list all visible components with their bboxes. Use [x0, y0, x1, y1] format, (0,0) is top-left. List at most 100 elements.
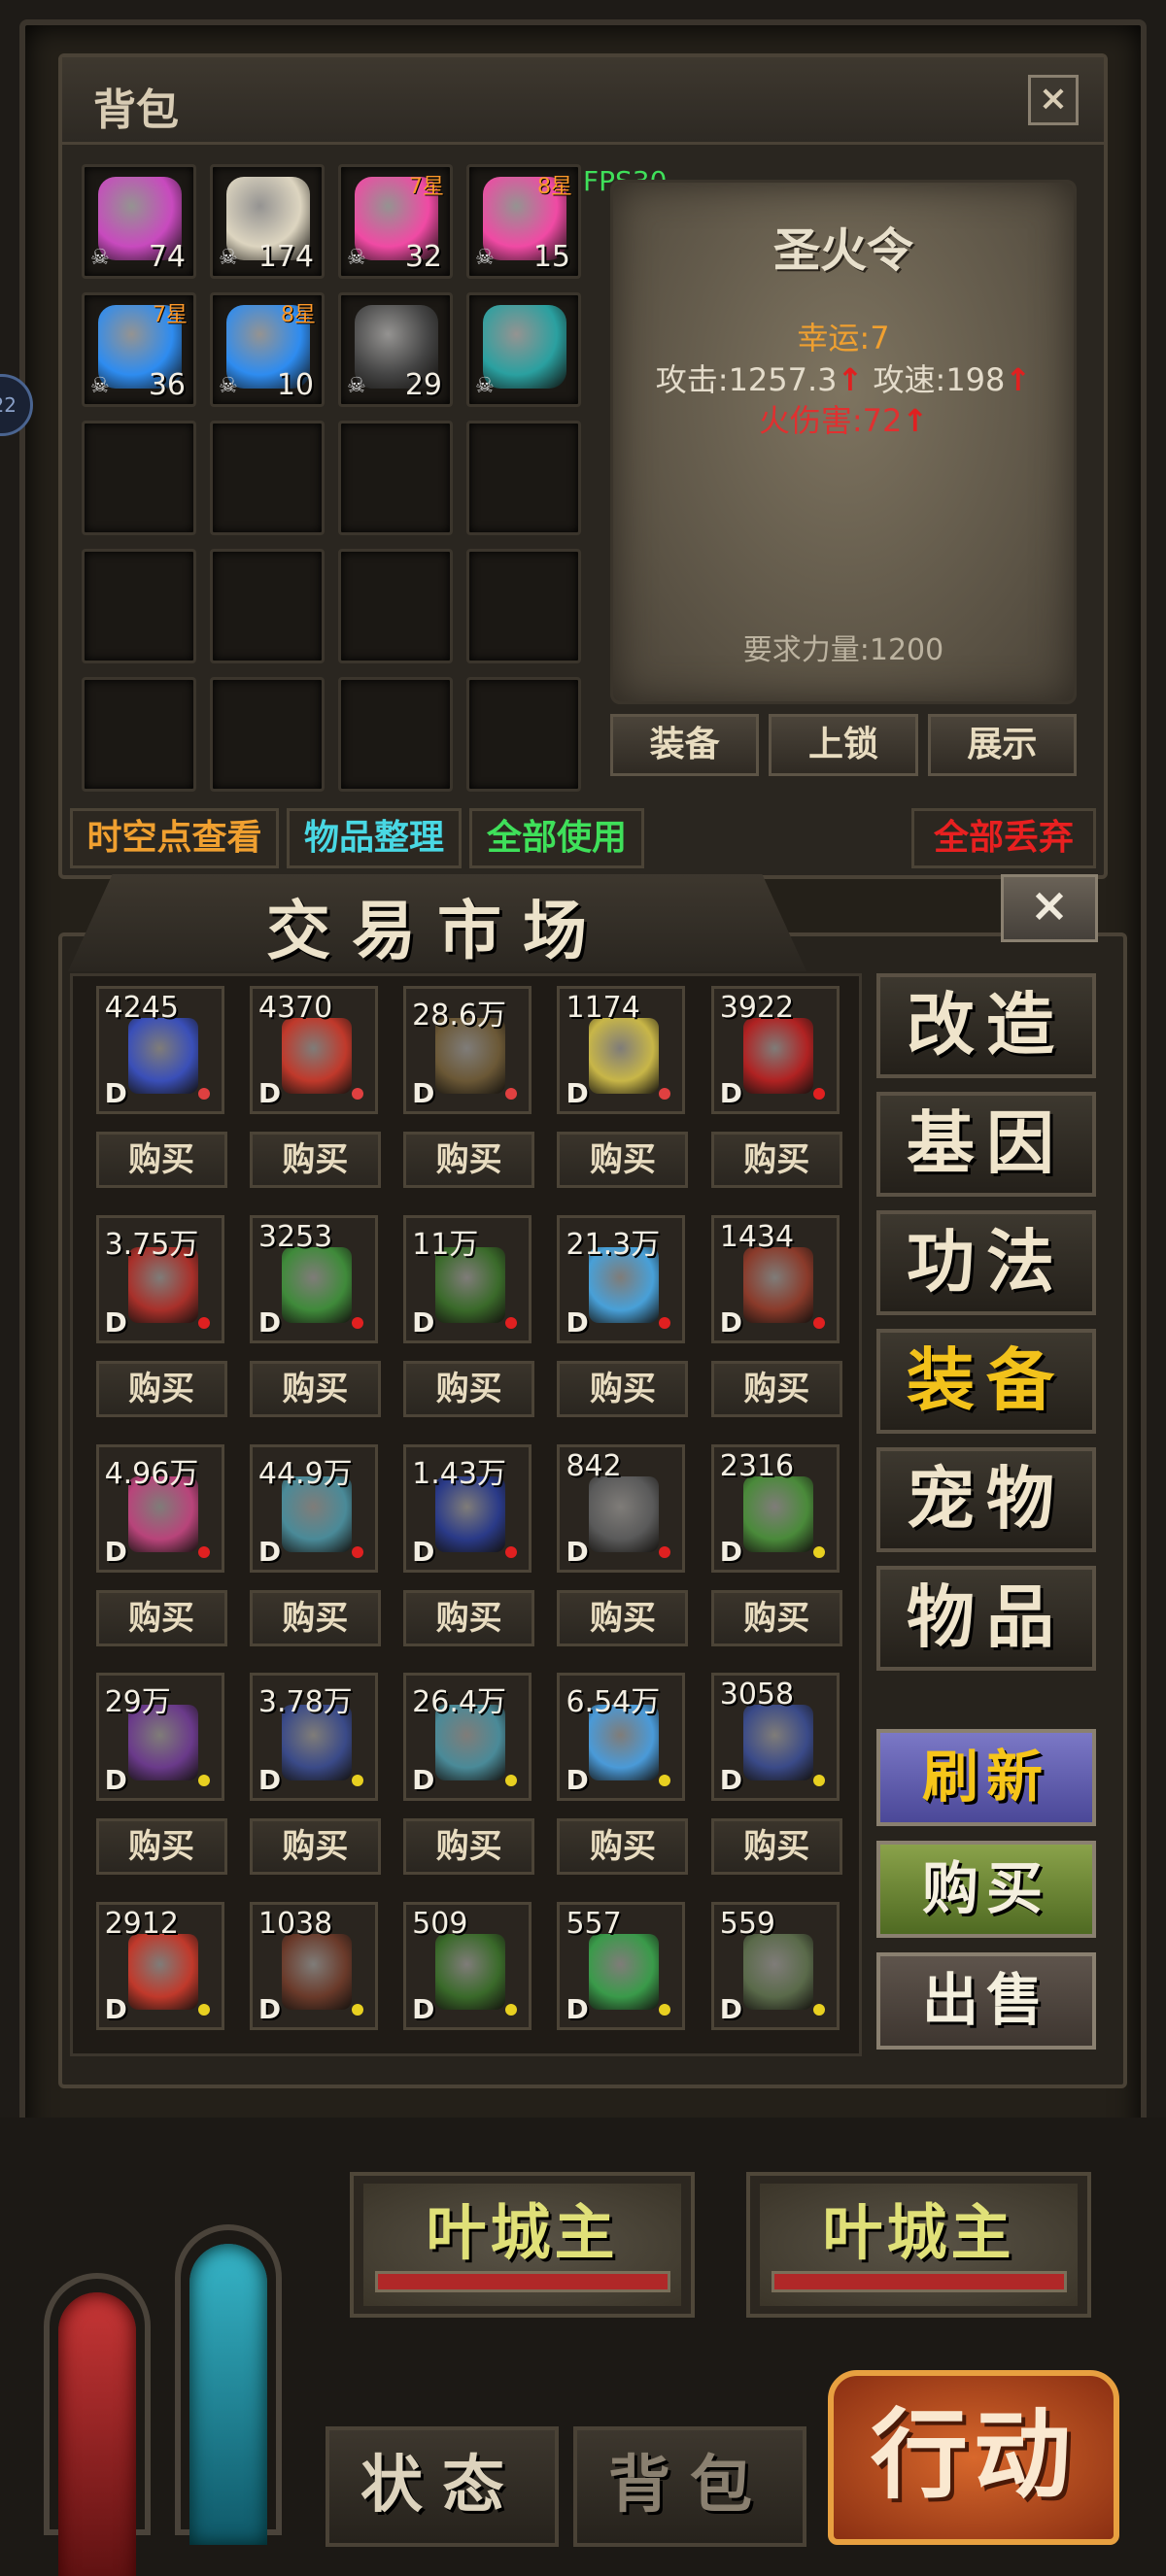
spacetime-check-button[interactable]: 时空点查看	[70, 808, 279, 868]
bag-slot[interactable]	[466, 421, 581, 535]
buy-button[interactable]: 购买	[403, 1818, 535, 1876]
refresh-button[interactable]: 刷新	[876, 1729, 1096, 1826]
market-sell-button[interactable]: 出售	[876, 1952, 1096, 2050]
market-item[interactable]: 26.4万 D	[403, 1673, 532, 1802]
buy-button[interactable]: 购买	[249, 1818, 381, 1876]
bag-slot[interactable]	[210, 549, 325, 663]
target-right-hp-bar	[772, 2271, 1067, 2292]
bag-slot[interactable]	[82, 549, 196, 663]
market-item[interactable]: 28.6万 D	[403, 986, 532, 1115]
bag-slot[interactable]	[338, 421, 453, 535]
buy-button[interactable]: 购买	[249, 1589, 381, 1646]
market-item[interactable]: 2316 D	[710, 1443, 840, 1573]
market-item-price: 1174	[566, 991, 640, 1026]
bag-slot[interactable]: ☠ 32 7星	[338, 164, 453, 279]
market-item[interactable]: 3058 D	[710, 1673, 840, 1802]
market-item-price: 1434	[719, 1219, 795, 1254]
buy-button[interactable]: 购买	[403, 1589, 535, 1646]
buy-button[interactable]: 购买	[403, 1360, 535, 1417]
market-close-button[interactable]: ×	[1001, 874, 1098, 942]
buy-button[interactable]: 购买	[95, 1818, 227, 1876]
market-item[interactable]: 4370 D	[249, 986, 378, 1115]
market-item[interactable]: 4.96万 D	[95, 1443, 224, 1573]
discard-all-button[interactable]: 全部丢弃	[911, 808, 1096, 868]
bag-slot[interactable]	[210, 421, 325, 535]
market-item[interactable]: 3253 D	[249, 1214, 378, 1343]
status-dot	[659, 1088, 671, 1101]
equipment-icon	[589, 1475, 660, 1552]
market-item[interactable]: 3922 D	[710, 986, 840, 1115]
category-gene-button[interactable]: 基因	[876, 1092, 1096, 1197]
equipment-icon	[281, 1246, 352, 1323]
market-item[interactable]: 509 D	[403, 1902, 532, 2031]
market-item[interactable]: 21.3万 D	[557, 1214, 686, 1343]
buy-button[interactable]: 购买	[403, 1132, 535, 1189]
buy-button[interactable]: 购买	[249, 1360, 381, 1417]
market-item[interactable]: 1.43万 D	[403, 1443, 532, 1573]
bag-slot[interactable]: ☠ 29	[338, 292, 453, 407]
bag-slot[interactable]	[82, 677, 196, 792]
show-button[interactable]: 展示	[927, 714, 1077, 776]
buy-button[interactable]: 购买	[95, 1360, 227, 1417]
action-button[interactable]: 行动	[828, 2370, 1119, 2545]
market-item[interactable]: 559 D	[710, 1902, 840, 2031]
category-skill-button[interactable]: 功法	[876, 1210, 1096, 1315]
bag-slot[interactable]	[338, 549, 453, 663]
market-item-price: 3922	[719, 991, 795, 1026]
market-item[interactable]: 3.75万 D	[95, 1214, 224, 1343]
market-item[interactable]: 1038 D	[249, 1902, 378, 2031]
bag-slot[interactable]: ☠ 174	[210, 164, 325, 279]
bag-slot[interactable]: ☠ 15 8星	[466, 164, 581, 279]
buy-button[interactable]: 购买	[710, 1818, 842, 1876]
market-item[interactable]: 1434 D	[710, 1214, 840, 1343]
category-equipment-button[interactable]: 装备	[876, 1329, 1096, 1434]
target-left-panel[interactable]: 叶城主	[350, 2172, 695, 2318]
market-item[interactable]: 2912 D	[95, 1902, 224, 2031]
lock-button[interactable]: 上锁	[769, 714, 918, 776]
category-modify-button[interactable]: 改造	[876, 973, 1096, 1078]
market-item[interactable]: 842 D	[557, 1443, 686, 1573]
equipment-icon	[435, 1934, 506, 2011]
tab-status[interactable]: 状态	[326, 2426, 559, 2547]
status-dot	[505, 1088, 518, 1101]
buy-button[interactable]: 购买	[95, 1132, 227, 1189]
bag-slot[interactable]	[466, 549, 581, 663]
target-right-panel[interactable]: 叶城主	[746, 2172, 1091, 2318]
buy-button[interactable]: 购买	[95, 1589, 227, 1646]
buy-button[interactable]: 购买	[710, 1132, 842, 1189]
bag-slot[interactable]	[82, 421, 196, 535]
up-arrow-icon: ↑	[1005, 361, 1032, 398]
buy-button[interactable]: 购买	[557, 1132, 689, 1189]
market-item[interactable]: 4245 D	[95, 986, 224, 1115]
buy-button[interactable]: 购买	[710, 1589, 842, 1646]
equipment-icon	[589, 1018, 660, 1095]
bag-slot[interactable]	[210, 677, 325, 792]
bag-slot[interactable]	[338, 677, 453, 792]
bag-slot[interactable]: ☠ 10 8星	[210, 292, 325, 407]
market-item[interactable]: 6.54万 D	[557, 1673, 686, 1802]
market-item[interactable]: 557 D	[557, 1902, 686, 2031]
market-buy-button[interactable]: 购买	[876, 1841, 1096, 1938]
buy-button[interactable]: 购买	[557, 1360, 689, 1417]
market-item[interactable]: 3.78万 D	[249, 1673, 378, 1802]
market-item[interactable]: 1174 D	[557, 986, 686, 1115]
bag-slot[interactable]	[466, 677, 581, 792]
bag-slot[interactable]: ☠	[466, 292, 581, 407]
use-all-button[interactable]: 全部使用	[469, 808, 644, 868]
buy-button[interactable]: 购买	[710, 1360, 842, 1417]
backpack-close-button[interactable]: ×	[1028, 75, 1079, 125]
category-items-button[interactable]: 物品	[876, 1566, 1096, 1671]
item-quantity: 74	[148, 240, 186, 274]
equip-button[interactable]: 装备	[610, 714, 760, 776]
buy-button[interactable]: 购买	[249, 1132, 381, 1189]
bag-slot[interactable]: ☠ 74	[82, 164, 196, 279]
market-item[interactable]: 29万 D	[95, 1673, 224, 1802]
sort-items-button[interactable]: 物品整理	[287, 808, 462, 868]
market-item[interactable]: 44.9万 D	[249, 1443, 378, 1573]
bag-slot[interactable]: ☠ 36 7星	[82, 292, 196, 407]
tab-bag[interactable]: 背包	[573, 2426, 806, 2547]
buy-button[interactable]: 购买	[557, 1818, 689, 1876]
market-item[interactable]: 11万 D	[403, 1214, 532, 1343]
buy-button[interactable]: 购买	[557, 1589, 689, 1646]
category-pet-button[interactable]: 宠物	[876, 1447, 1096, 1552]
